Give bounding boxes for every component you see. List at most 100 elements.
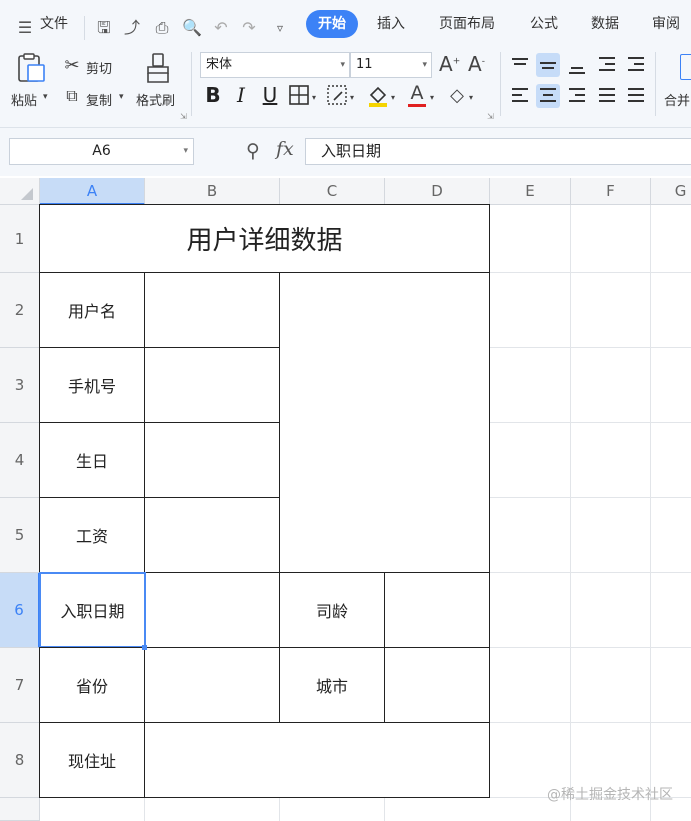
fill-color-icon[interactable] (367, 84, 389, 108)
row-header-4[interactable]: 4 (0, 423, 40, 498)
chevron-down-icon[interactable]: ▾ (391, 93, 395, 102)
print-icon[interactable]: ⎙ (152, 18, 172, 38)
chevron-down-icon[interactable]: ▾ (312, 93, 316, 102)
name-box[interactable]: A6 ▾ (9, 138, 194, 165)
row-header-7[interactable]: 7 (0, 648, 40, 723)
chevron-down-icon[interactable]: ▾ (469, 93, 473, 102)
tab-page-layout[interactable]: 页面布局 (439, 10, 495, 38)
align-top-icon[interactable] (508, 53, 532, 77)
hire-date-value-cell[interactable] (144, 572, 280, 648)
column-header-f[interactable]: F (571, 178, 651, 205)
gridline (144, 798, 145, 821)
align-bottom-icon[interactable] (565, 53, 589, 77)
column-header-a[interactable]: A (40, 178, 145, 205)
bold-button[interactable]: B (203, 82, 223, 108)
font-size-select[interactable]: 11 ▾ (350, 52, 432, 78)
salary-value-cell[interactable] (144, 497, 280, 573)
distribute-icon[interactable] (624, 84, 648, 108)
fx-icon[interactable]: fx (276, 138, 294, 160)
birthday-label[interactable]: 生日 (39, 422, 145, 498)
row-header-8[interactable]: 8 (0, 723, 40, 798)
username-label[interactable]: 用户名 (39, 272, 145, 348)
share-icon[interactable]: ⤴ (122, 18, 142, 38)
gridline (490, 722, 691, 723)
phone-label[interactable]: 手机号 (39, 347, 145, 423)
undo-icon[interactable]: ↶ (211, 18, 231, 38)
column-header-g[interactable]: G (651, 178, 691, 205)
clipboard-expand-icon[interactable]: ⇲ (180, 112, 187, 121)
row-header-9[interactable] (0, 798, 40, 821)
cut-button[interactable]: 剪切 (86, 58, 112, 77)
align-middle-icon[interactable] (536, 53, 560, 77)
formula-input[interactable]: 入职日期 (305, 138, 691, 165)
format-painter-button[interactable]: 格式刷 (136, 90, 175, 109)
tab-review[interactable]: 审阅 (652, 10, 680, 38)
salary-label[interactable]: 工资 (39, 497, 145, 573)
save-icon[interactable]: 🖫 (94, 18, 114, 38)
sheet-title[interactable]: 用户详细数据 (39, 204, 490, 273)
address-value-cell[interactable] (144, 722, 490, 798)
file-menu[interactable]: 文件 (40, 10, 68, 38)
merge-button[interactable]: 合并 (664, 90, 690, 109)
tab-insert[interactable]: 插入 (377, 10, 405, 38)
font-name-select[interactable]: 宋体 ▾ (200, 52, 350, 78)
seniority-value-cell[interactable] (384, 572, 490, 648)
copy-icon[interactable]: ⧉ (61, 86, 83, 108)
paste-icon[interactable] (14, 53, 48, 83)
row-header-3[interactable]: 3 (0, 348, 40, 423)
copy-dropdown-icon[interactable]: ▾ (119, 92, 124, 102)
province-label[interactable]: 省份 (39, 647, 145, 723)
column-header-b[interactable]: B (145, 178, 280, 205)
row-header-1[interactable]: 1 (0, 205, 40, 273)
tab-data[interactable]: 数据 (591, 10, 619, 38)
chevron-down-icon[interactable]: ▾ (430, 93, 434, 102)
merge-icon[interactable] (680, 54, 691, 80)
decrease-font-icon[interactable]: A- (468, 52, 485, 76)
hire-date-label[interactable]: 入职日期 (39, 572, 146, 648)
fill-handle[interactable] (142, 645, 147, 650)
menu-icon[interactable]: ☰ (14, 18, 36, 38)
tab-home[interactable]: 开始 (306, 10, 358, 38)
borders-icon[interactable] (288, 84, 310, 106)
photo-merged-cell[interactable] (279, 272, 490, 573)
copy-button[interactable]: 复制 (86, 90, 112, 109)
row-header-2[interactable]: 2 (0, 273, 40, 348)
select-all-corner[interactable] (0, 178, 40, 205)
paste-dropdown-icon[interactable]: ▾ (43, 92, 48, 102)
cell-style-icon[interactable] (326, 84, 348, 106)
justify-icon[interactable] (595, 84, 619, 108)
city-label[interactable]: 城市 (279, 647, 385, 723)
address-label[interactable]: 现住址 (39, 722, 145, 798)
font-expand-icon[interactable]: ⇲ (487, 112, 494, 121)
increase-indent-icon[interactable] (624, 53, 648, 77)
row-header-6[interactable]: 6 (0, 573, 40, 648)
zoom-icon[interactable]: ⚲ (246, 140, 260, 162)
print-preview-icon[interactable]: 🔍 (182, 18, 202, 38)
paste-button[interactable]: 粘贴 (11, 90, 37, 109)
font-color-icon[interactable]: A (406, 82, 428, 108)
italic-button[interactable]: I (231, 82, 251, 108)
birthday-value-cell[interactable] (144, 422, 280, 498)
decrease-indent-icon[interactable] (595, 53, 619, 77)
seniority-label[interactable]: 司龄 (279, 572, 385, 648)
column-header-c[interactable]: C (280, 178, 385, 205)
row-header-5[interactable]: 5 (0, 498, 40, 573)
column-header-d[interactable]: D (385, 178, 490, 205)
column-header-e[interactable]: E (490, 178, 571, 205)
username-value-cell[interactable] (144, 272, 280, 348)
province-value-cell[interactable] (144, 647, 280, 723)
chevron-down-icon[interactable]: ▾ (350, 93, 354, 102)
underline-button[interactable]: U (258, 82, 282, 108)
increase-font-icon[interactable]: A+ (439, 52, 460, 76)
tab-formulas[interactable]: 公式 (530, 10, 558, 38)
phone-value-cell[interactable] (144, 347, 280, 423)
customize-dropdown-icon[interactable]: ▿ (270, 18, 290, 38)
redo-icon[interactable]: ↷ (239, 18, 259, 38)
format-painter-icon[interactable] (143, 52, 173, 84)
align-center-icon[interactable] (536, 84, 560, 108)
align-right-icon[interactable] (565, 84, 589, 108)
scissors-icon[interactable]: ✂ (61, 55, 83, 77)
city-value-cell[interactable] (384, 647, 490, 723)
clear-format-icon[interactable]: ◇ (446, 85, 468, 107)
align-left-icon[interactable] (508, 84, 532, 108)
